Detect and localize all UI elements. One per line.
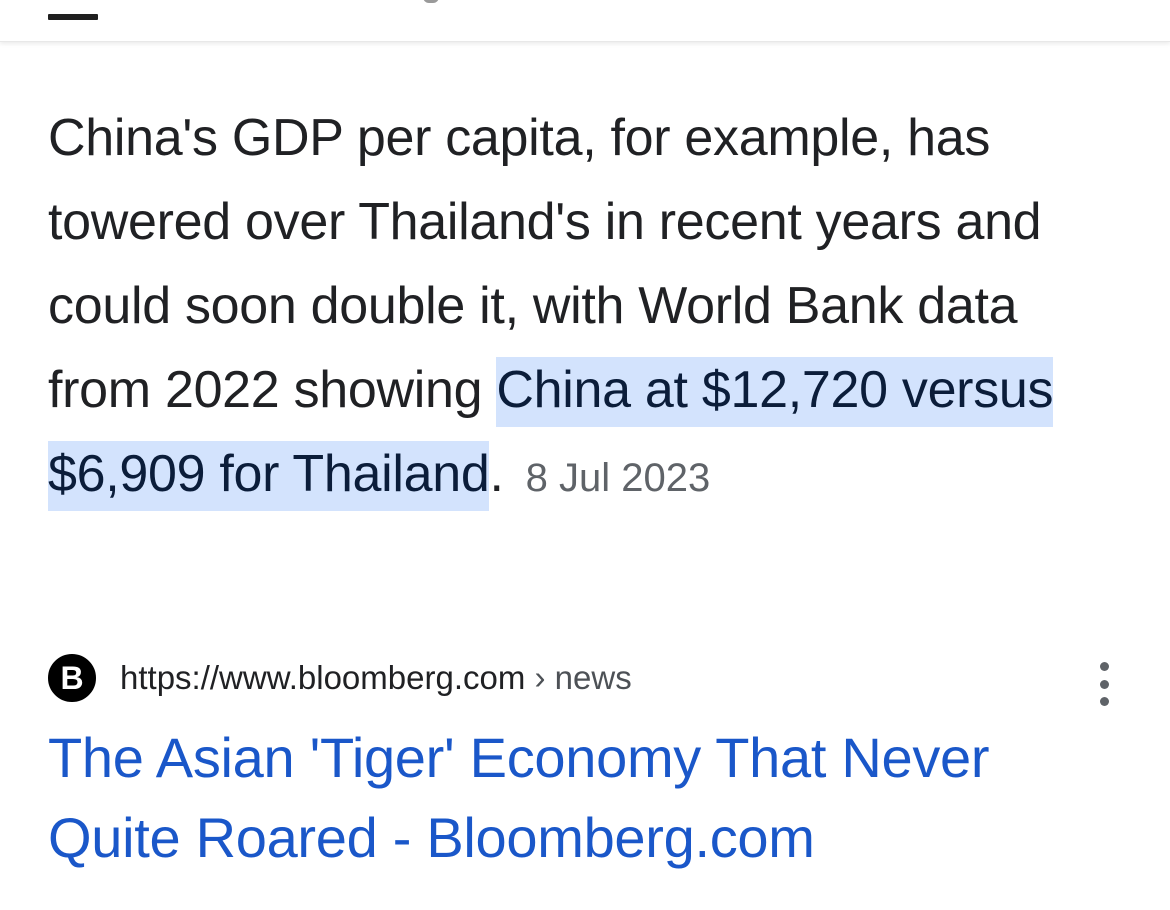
tab-label-partial [423,0,439,3]
kebab-dot [1099,679,1109,689]
source-url[interactable]: https://www.bloomberg.com › news [120,659,632,697]
source-breadcrumb: › news [525,659,632,696]
source-domain: https://www.bloomberg.com [120,659,526,696]
more-vert-icon[interactable] [1086,662,1122,706]
featured-snippet: China's GDP per capita, for example, has… [48,96,1108,520]
active-tab-indicator [48,14,98,20]
kebab-dot [1099,662,1109,671]
snippet-end: . [489,445,504,503]
kebab-dot [1099,697,1109,706]
result-title-link[interactable]: The Asian 'Tiger' Economy That Never Qui… [48,718,1128,878]
favicon-letter: B [60,660,84,696]
top-tab-bar [0,0,1170,42]
bloomberg-favicon-icon: B [48,654,96,702]
snippet-date: 8 Jul 2023 [525,456,711,500]
source-row[interactable]: B https://www.bloomberg.com › news [48,654,632,702]
